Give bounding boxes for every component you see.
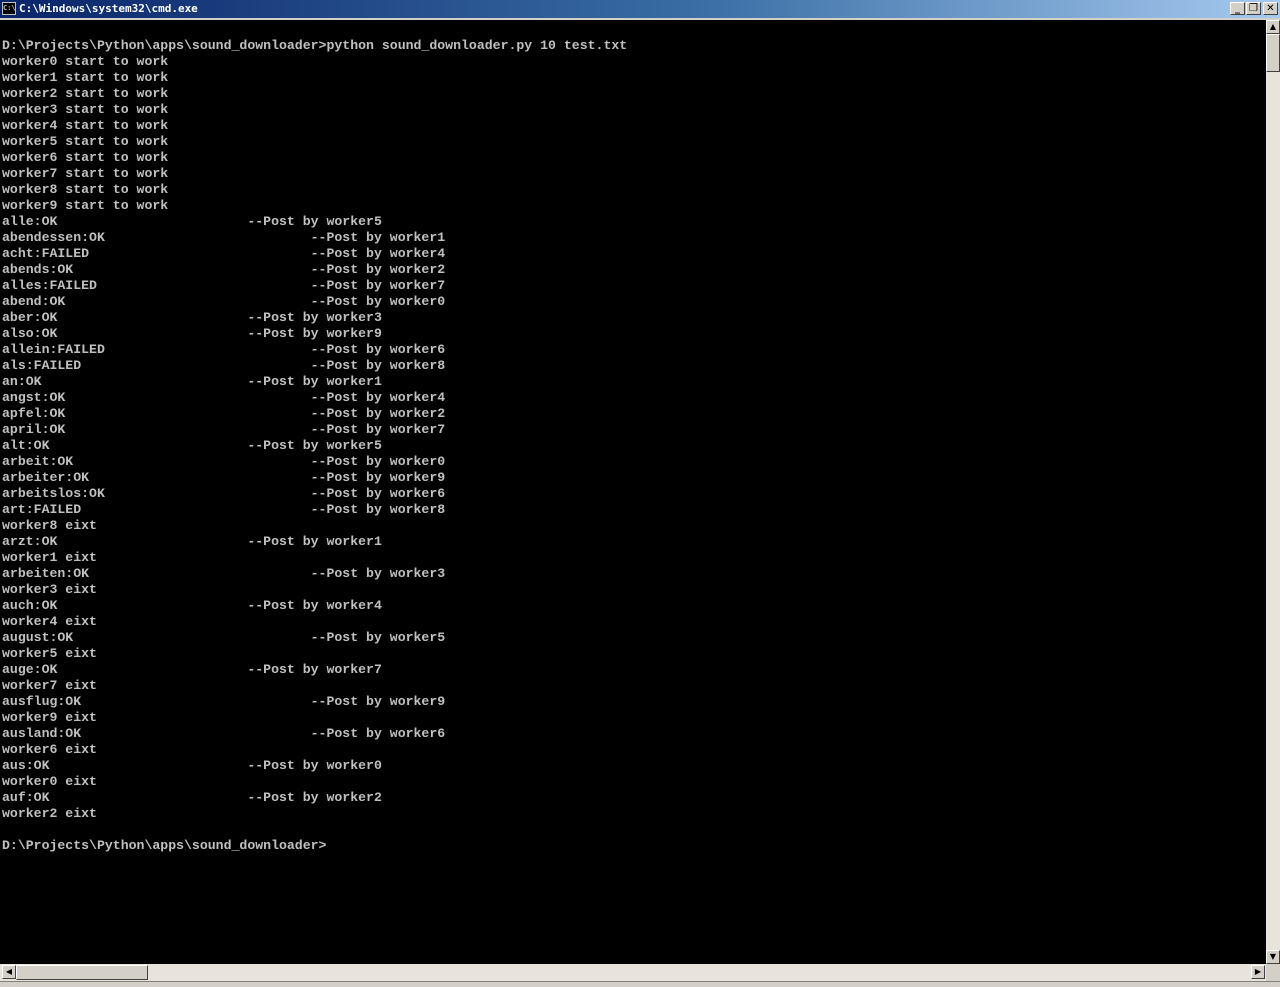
- console-line: art:FAILED --Post by worker8: [2, 502, 446, 517]
- scrollbar-corner: [1266, 964, 1280, 981]
- console-line: worker2 eixt: [2, 806, 97, 821]
- console-line: ausflug:OK --Post by worker9: [2, 694, 446, 709]
- console-line: worker8 eixt: [2, 518, 97, 533]
- console-line: D:\Projects\Python\apps\sound_downloader…: [2, 838, 327, 853]
- console-line: worker6 eixt: [2, 742, 97, 757]
- console-line: abendessen:OK --Post by worker1: [2, 230, 446, 245]
- console-line: worker0 eixt: [2, 774, 97, 789]
- window-title: C:\Windows\system32\cmd.exe: [19, 2, 198, 15]
- console-line: aber:OK --Post by worker3: [2, 310, 382, 325]
- scroll-right-icon[interactable]: ▶: [1251, 965, 1265, 979]
- console-line: arzt:OK --Post by worker1: [2, 534, 382, 549]
- console-line: apfel:OK --Post by worker2: [2, 406, 446, 421]
- vertical-scrollbar[interactable]: ▲ ▼: [1266, 20, 1280, 964]
- console-line: arbeit:OK --Post by worker0: [2, 454, 446, 469]
- console-line: acht:FAILED --Post by worker4: [2, 246, 446, 261]
- console-line: worker1 eixt: [2, 550, 97, 565]
- title-bar[interactable]: C:\ C:\Windows\system32\cmd.exe _ ❐ ✕: [0, 0, 1280, 18]
- console-line: worker7 eixt: [2, 678, 97, 693]
- console-line: worker0 start to work: [2, 54, 169, 69]
- scroll-down-icon[interactable]: ▼: [1266, 950, 1280, 964]
- console-line: auge:OK --Post by worker7: [2, 662, 382, 677]
- console-line: worker3 start to work: [2, 102, 169, 117]
- console-line: worker8 start to work: [2, 182, 169, 197]
- console-line: also:OK --Post by worker9: [2, 326, 382, 341]
- console-line: arbeiten:OK --Post by worker3: [2, 566, 446, 581]
- cmd-icon[interactable]: C:\: [2, 2, 16, 15]
- console-line: alt:OK --Post by worker5: [2, 438, 382, 453]
- console-line: als:FAILED --Post by worker8: [2, 358, 446, 373]
- console-line: worker4 eixt: [2, 614, 97, 629]
- vertical-scroll-thumb[interactable]: [1266, 34, 1280, 72]
- console-line: alle:OK --Post by worker5: [2, 214, 382, 229]
- console-line: april:OK --Post by worker7: [2, 422, 446, 437]
- console-line: worker7 start to work: [2, 166, 169, 181]
- console-line: aus:OK --Post by worker0: [2, 758, 382, 773]
- console-line: august:OK --Post by worker5: [2, 630, 446, 645]
- console-line: arbeitslos:OK --Post by worker6: [2, 486, 446, 501]
- minimize-button[interactable]: _: [1230, 2, 1245, 15]
- console-line: allein:FAILED --Post by worker6: [2, 342, 446, 357]
- console-line: worker3 eixt: [2, 582, 97, 597]
- window-bottom-border: [0, 981, 1280, 987]
- console-line: abends:OK --Post by worker2: [2, 262, 446, 277]
- console-line: worker9 eixt: [2, 710, 97, 725]
- console-output[interactable]: D:\Projects\Python\apps\sound_downloader…: [0, 20, 1266, 964]
- console-line: abend:OK --Post by worker0: [2, 294, 446, 309]
- console-line: D:\Projects\Python\apps\sound_downloader…: [2, 38, 628, 53]
- close-button[interactable]: ✕: [1263, 2, 1278, 15]
- console-line: worker9 start to work: [2, 198, 169, 213]
- console-line: alles:FAILED --Post by worker7: [2, 278, 446, 293]
- horizontal-scroll-thumb[interactable]: [16, 965, 148, 980]
- horizontal-scrollbar[interactable]: ◀ ▶: [0, 964, 1266, 981]
- console-line: worker5 eixt: [2, 646, 97, 661]
- maximize-button[interactable]: ❐: [1246, 2, 1261, 15]
- scroll-up-icon[interactable]: ▲: [1266, 20, 1280, 34]
- console-line: an:OK --Post by worker1: [2, 374, 382, 389]
- console-line: auf:OK --Post by worker2: [2, 790, 382, 805]
- console-line: ausland:OK --Post by worker6: [2, 726, 446, 741]
- console-line: auch:OK --Post by worker4: [2, 598, 382, 613]
- console-line: worker1 start to work: [2, 70, 169, 85]
- console-line: worker5 start to work: [2, 134, 169, 149]
- scroll-left-icon[interactable]: ◀: [2, 965, 16, 979]
- console-line: arbeiter:OK --Post by worker9: [2, 470, 446, 485]
- console-line: worker4 start to work: [2, 118, 169, 133]
- console-line: worker6 start to work: [2, 150, 169, 165]
- console-line: angst:OK --Post by worker4: [2, 390, 446, 405]
- console-line: worker2 start to work: [2, 86, 169, 101]
